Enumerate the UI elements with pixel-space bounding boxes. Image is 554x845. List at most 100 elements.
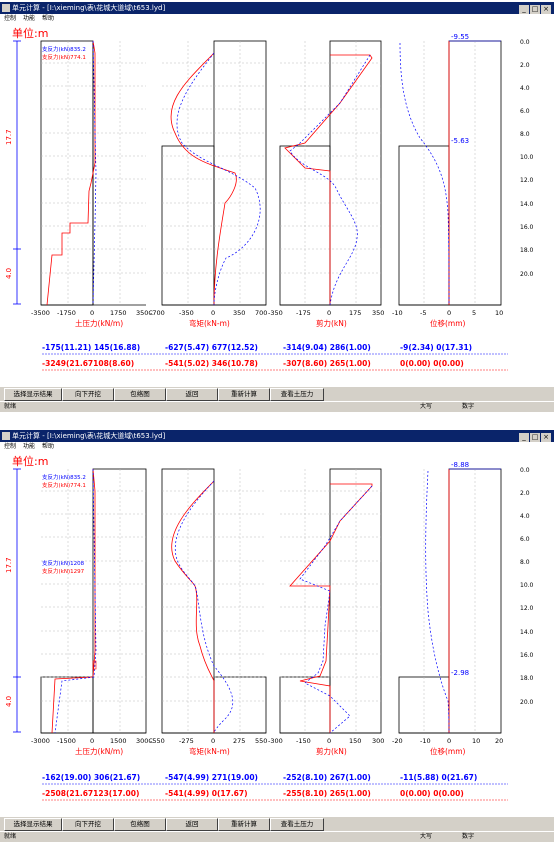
depth-tick: 2.0 [520, 490, 530, 497]
soil-pressure-curve [46, 40, 96, 306]
caps-indicator: 大写 [420, 403, 433, 410]
x-tick: 150 [349, 737, 361, 745]
depth-tick: 10.0 [520, 154, 534, 161]
diagram-svg: 17.7 4.0 支反力(kN)835.2 支反力(kN)774.1 支反力(k… [5, 461, 534, 801]
x-tick: 10 [495, 309, 503, 317]
dim-label-lower: 4.0 [5, 696, 13, 707]
result-moment-max: -547(4.99) 271(19.00) [165, 773, 258, 782]
select-display-button[interactable]: 选择显示结果 [4, 388, 62, 401]
result-moment-max: -627(5.47) 677(12.52) [165, 343, 258, 352]
x-tick: 10 [472, 737, 480, 745]
view-soil-pressure-button[interactable]: 查看土压力 [270, 388, 324, 401]
depth-tick: 4.0 [520, 513, 530, 520]
disp-curve [399, 42, 450, 306]
x-tick: -550 [150, 737, 165, 745]
menu-bar: 控制 功能 帮助 [0, 14, 554, 23]
menu-control[interactable]: 控制 [4, 15, 16, 22]
return-button[interactable]: 返回 [166, 388, 218, 401]
window-1: 单元计算 - [I:\xieming\表\花城大道域\t653.lyd] _ □ ×… [0, 2, 554, 414]
title-bar: 单元计算 - [I:\xieming\表\花城大道域\t653.lyd] _ □ × [0, 430, 554, 442]
num-indicator: 数字 [462, 833, 475, 840]
menu-control[interactable]: 控制 [4, 443, 16, 450]
status-text: 就绪 [4, 833, 17, 840]
depth-tick: 0.0 [520, 467, 530, 474]
select-display-button[interactable]: 选择显示结果 [4, 818, 62, 831]
envelope-button[interactable]: 包络图 [114, 818, 166, 831]
x-tick: -700 [150, 309, 165, 317]
depth-tick: 16.0 [520, 224, 534, 231]
chart-canvas: 单位:m 17.7 4.0 支反力(kN)835.2 支反力(kN)774.1 … [0, 451, 554, 813]
close-button[interactable]: × [541, 433, 551, 442]
support-force-3: 支反力(kN)1208 [42, 559, 85, 567]
x-tick: 0 [90, 737, 94, 745]
depth-tick: 2.0 [520, 62, 530, 69]
close-button[interactable]: × [541, 5, 551, 14]
x-tick: -3500 [31, 309, 50, 317]
return-button[interactable]: 返回 [166, 818, 218, 831]
menu-function[interactable]: 功能 [23, 443, 35, 450]
result-shear-max: -314(9.04) 286(1.00) [283, 343, 371, 352]
result-disp-min: 0(0.00) 0(0.00) [400, 359, 464, 368]
axis-title-moment: 弯矩(kN-m) [189, 746, 230, 756]
disp-curve [425, 470, 450, 734]
x-tick: -20 [392, 737, 403, 745]
axis-title-shear: 剪力(kN) [316, 746, 347, 756]
disp-mid-value: -5.63 [451, 137, 469, 145]
x-tick: 0 [447, 737, 451, 745]
window-title: 单元计算 - [I:\xieming\表\花城大道域\t653.lyd] [12, 4, 166, 12]
x-tick: 20 [495, 737, 503, 745]
support-force-1: 支反力(kN)835.2 [42, 473, 86, 481]
maximize-button[interactable]: □ [530, 5, 540, 14]
depth-tick: 8.0 [520, 559, 530, 566]
excavate-down-button[interactable]: 向下开挖 [62, 818, 114, 831]
support-force-1: 支反力(kN)835.2 [42, 45, 86, 53]
minimize-button[interactable]: _ [519, 5, 529, 14]
x-tick: -300 [268, 737, 283, 745]
menu-function[interactable]: 功能 [23, 15, 35, 22]
axis-title-shear: 剪力(kN) [316, 318, 347, 328]
depth-tick: 0.0 [520, 39, 530, 46]
button-bar: 选择显示结果 向下开挖 包络图 返回 重新计算 查看土压力 [0, 386, 554, 401]
x-tick: -150 [296, 737, 311, 745]
menu-help[interactable]: 帮助 [42, 443, 54, 450]
x-tick: 700 [255, 309, 267, 317]
axis-title-soil: 土压力(kN/m) [75, 318, 123, 328]
x-tick: 275 [233, 737, 245, 745]
result-shear-min: -255(8.10) 265(1.00) [283, 789, 371, 798]
depth-tick: 14.0 [520, 629, 534, 636]
caps-indicator: 大写 [420, 833, 433, 840]
result-moment-min: -541(4.99) 0(17.67) [165, 789, 248, 798]
depth-tick: 6.0 [520, 536, 530, 543]
app-icon [2, 4, 10, 12]
view-soil-pressure-button[interactable]: 查看土压力 [270, 818, 324, 831]
x-tick: 1500 [110, 737, 127, 745]
x-tick: 0 [211, 737, 215, 745]
excavate-down-button[interactable]: 向下开挖 [62, 388, 114, 401]
num-indicator: 数字 [462, 403, 475, 410]
result-shear-min: -307(8.60) 265(1.00) [283, 359, 371, 368]
recalculate-button[interactable]: 重新计算 [218, 818, 270, 831]
app-icon [2, 432, 10, 440]
shear-curve [289, 483, 373, 733]
support-force-2: 支反力(kN)774.1 [42, 53, 86, 61]
maximize-button[interactable]: □ [530, 433, 540, 442]
envelope-button[interactable]: 包络图 [114, 388, 166, 401]
depth-tick: 12.0 [520, 605, 534, 612]
x-tick: -10 [392, 309, 403, 317]
x-tick: -3000 [31, 737, 50, 745]
recalculate-button[interactable]: 重新计算 [218, 388, 270, 401]
x-tick: -350 [179, 309, 194, 317]
x-tick: 5 [472, 309, 476, 317]
title-bar: 单元计算 - [I:\xieming\表\花城大道域\t653.lyd] _ □ × [0, 2, 554, 14]
x-tick: -5 [420, 309, 426, 317]
depth-tick: 18.0 [520, 247, 534, 254]
disp-top-value: -8.88 [451, 461, 469, 469]
x-tick: 0 [447, 309, 451, 317]
x-tick: -175 [296, 309, 311, 317]
axis-title-soil: 土压力(kN/m) [75, 746, 123, 756]
minimize-button[interactable]: _ [519, 433, 529, 442]
depth-tick: 10.0 [520, 582, 534, 589]
disp-top-value: -9.55 [451, 33, 469, 41]
menu-help[interactable]: 帮助 [42, 15, 54, 22]
x-tick: 300 [372, 737, 384, 745]
